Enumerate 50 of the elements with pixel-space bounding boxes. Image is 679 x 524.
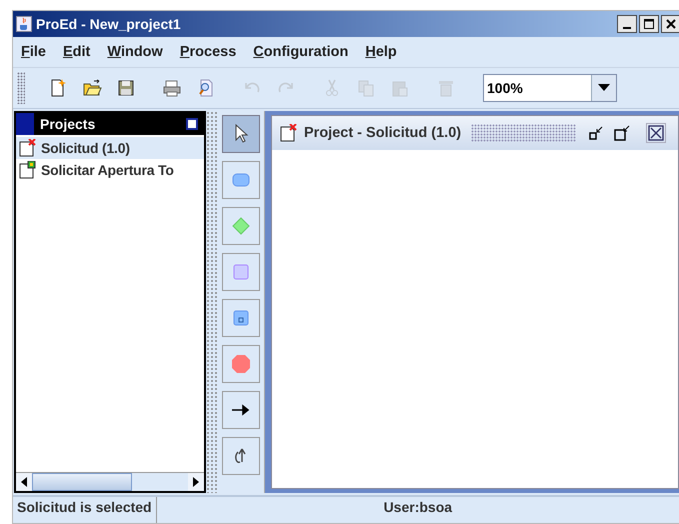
maximize-button[interactable]	[612, 123, 632, 143]
octagon-icon	[229, 352, 253, 376]
document-icon	[19, 161, 37, 179]
loop-tool-button[interactable]	[222, 437, 260, 475]
decision-tool-button[interactable]	[222, 207, 260, 245]
tree-item[interactable]: Solicitar Apertura To	[16, 159, 204, 181]
maximize-button[interactable]	[639, 15, 659, 33]
end-tool-button[interactable]	[222, 345, 260, 383]
menu-item[interactable]: Process	[180, 44, 236, 60]
horizontal-scrollbar[interactable]	[16, 472, 204, 491]
coffee-cup-icon	[16, 16, 32, 32]
toolbar-grip[interactable]	[17, 72, 25, 104]
menu-item[interactable]: Help	[365, 44, 397, 60]
menu-item[interactable]: Edit	[62, 44, 90, 60]
task-tool-button[interactable]	[222, 161, 260, 199]
internal-window-title: Project - Solicitud (1.0)	[304, 125, 462, 141]
close-button[interactable]	[661, 15, 679, 33]
user-status: User:bsoa	[382, 498, 454, 517]
panel-toggle-button[interactable]	[186, 118, 198, 130]
close-icon	[665, 18, 677, 30]
maximize-icon	[614, 125, 630, 141]
panel-title: Projects	[40, 116, 96, 132]
close-button[interactable]	[646, 123, 666, 143]
caret-icon	[598, 84, 610, 92]
status-message: Solicitud is selected	[13, 497, 157, 523]
copy-icon	[356, 78, 376, 98]
minimize-button[interactable]	[617, 15, 637, 33]
iconify-icon	[588, 125, 604, 141]
minimize-icon	[623, 27, 631, 29]
scroll-thumb[interactable]	[32, 473, 132, 491]
pointer-tool-button[interactable]	[222, 115, 260, 153]
trash-can-icon	[436, 78, 456, 98]
document-icon	[19, 139, 37, 157]
activity-tool-button[interactable]	[222, 253, 260, 291]
menu-item[interactable]: Configuration	[253, 44, 348, 60]
close-icon	[648, 125, 664, 141]
window-title: ProEd - New_project1	[36, 16, 181, 32]
menu-item[interactable]: Window	[107, 44, 163, 60]
document-icon	[280, 124, 298, 142]
header-grip[interactable]	[16, 113, 34, 135]
transition-tool-button[interactable]	[222, 391, 260, 429]
maximize-icon	[643, 18, 655, 30]
printer-icon	[162, 78, 182, 98]
tree-item[interactable]: Solicitud (1.0)	[16, 137, 204, 159]
folder-icon	[82, 78, 102, 98]
menu-item[interactable]: File	[21, 44, 46, 60]
scroll-right-icon[interactable]	[193, 477, 199, 487]
subprocess-tool-button[interactable]	[222, 299, 260, 337]
scroll-left-icon[interactable]	[21, 477, 27, 487]
zoom-combo-box[interactable]: 100%	[483, 74, 617, 102]
